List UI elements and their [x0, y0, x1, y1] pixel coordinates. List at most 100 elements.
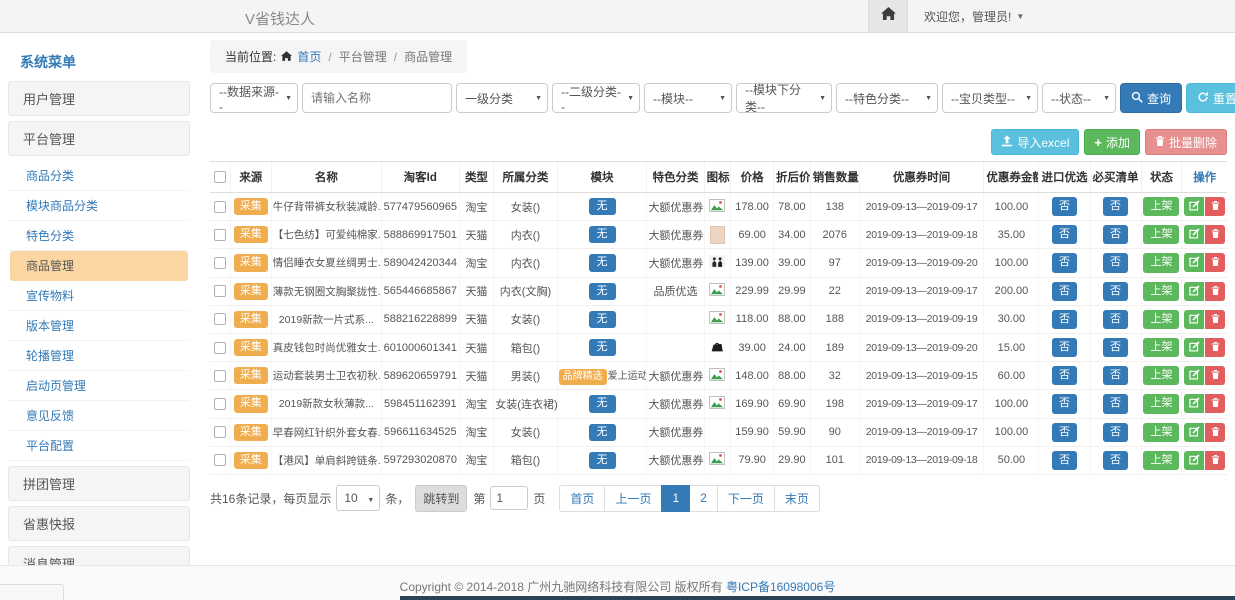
- module-subcategory-select[interactable]: --模块下分类--▼: [736, 83, 832, 113]
- icp-link[interactable]: 粤ICP备16098006号: [726, 580, 835, 594]
- import-select-toggle[interactable]: 否: [1052, 366, 1077, 385]
- import-select-toggle[interactable]: 否: [1052, 394, 1077, 413]
- sidebar-item-goods-management[interactable]: 商品管理: [10, 251, 188, 281]
- row-checkbox[interactable]: [214, 454, 226, 466]
- import-select-toggle[interactable]: 否: [1052, 253, 1077, 272]
- edit-button[interactable]: [1184, 338, 1204, 357]
- must-buy-toggle[interactable]: 否: [1103, 197, 1128, 216]
- sidebar-item-module-goods-category[interactable]: 模块商品分类: [10, 191, 188, 221]
- edit-button[interactable]: [1184, 197, 1204, 216]
- delete-button[interactable]: [1205, 197, 1225, 216]
- sidebar-item-goods-category[interactable]: 商品分类: [10, 161, 188, 191]
- sidebar-item-promo-materials[interactable]: 宣传物料: [10, 281, 188, 311]
- must-buy-toggle[interactable]: 否: [1103, 366, 1128, 385]
- sidebar-group-platform-management[interactable]: 平台管理: [8, 121, 190, 156]
- import-select-toggle[interactable]: 否: [1052, 338, 1077, 357]
- status-toggle[interactable]: 上架: [1143, 366, 1179, 385]
- import-excel-button[interactable]: 导入excel: [991, 129, 1079, 155]
- category-level2-select[interactable]: --二级分类--▼: [552, 83, 640, 113]
- must-buy-toggle[interactable]: 否: [1103, 310, 1128, 329]
- category-level1-select[interactable]: 一级分类▼: [456, 83, 548, 113]
- sidebar-group-savings-express[interactable]: 省惠快报: [8, 506, 190, 541]
- edit-button[interactable]: [1184, 366, 1204, 385]
- page-number-input[interactable]: [490, 486, 528, 510]
- page-button[interactable]: 末页: [774, 485, 820, 512]
- must-buy-toggle[interactable]: 否: [1103, 253, 1128, 272]
- status-toggle[interactable]: 上架: [1143, 225, 1179, 244]
- must-buy-toggle[interactable]: 否: [1103, 338, 1128, 357]
- page-button[interactable]: 下一页: [717, 485, 775, 512]
- delete-button[interactable]: [1205, 310, 1225, 329]
- sidebar-group-groupbuy-management[interactable]: 拼团管理: [8, 466, 190, 501]
- status-toggle[interactable]: 上架: [1143, 394, 1179, 413]
- status-select[interactable]: --状态--▼: [1042, 83, 1116, 113]
- delete-button[interactable]: [1205, 423, 1225, 442]
- row-checkbox[interactable]: [214, 370, 226, 382]
- sidebar-item-splash-page-management[interactable]: 启动页管理: [10, 371, 188, 401]
- page-button[interactable]: 首页: [559, 485, 605, 512]
- query-button[interactable]: 查询: [1120, 83, 1182, 113]
- item-type-select[interactable]: --宝贝类型--▼: [942, 83, 1038, 113]
- row-checkbox[interactable]: [214, 257, 226, 269]
- import-select-toggle[interactable]: 否: [1052, 451, 1077, 470]
- edit-button[interactable]: [1184, 423, 1204, 442]
- edit-button[interactable]: [1184, 225, 1204, 244]
- sidebar-item-feature-category[interactable]: 特色分类: [10, 221, 188, 251]
- row-checkbox[interactable]: [214, 285, 226, 297]
- name-input[interactable]: [302, 83, 452, 113]
- status-toggle[interactable]: 上架: [1143, 253, 1179, 272]
- status-toggle[interactable]: 上架: [1143, 282, 1179, 301]
- page-button[interactable]: 1: [661, 485, 690, 512]
- row-checkbox[interactable]: [214, 398, 226, 410]
- status-toggle[interactable]: 上架: [1143, 310, 1179, 329]
- status-toggle[interactable]: 上架: [1143, 197, 1179, 216]
- add-button[interactable]: + 添加: [1084, 129, 1140, 155]
- must-buy-toggle[interactable]: 否: [1103, 451, 1128, 470]
- edit-button[interactable]: [1184, 451, 1204, 470]
- delete-button[interactable]: [1205, 225, 1225, 244]
- row-checkbox[interactable]: [214, 342, 226, 354]
- home-button[interactable]: [868, 0, 908, 32]
- data-source-select[interactable]: --数据来源--▼: [210, 83, 298, 113]
- import-select-toggle[interactable]: 否: [1052, 423, 1077, 442]
- status-toggle[interactable]: 上架: [1143, 338, 1179, 357]
- must-buy-toggle[interactable]: 否: [1103, 225, 1128, 244]
- page-button[interactable]: 2: [689, 485, 718, 512]
- reset-button[interactable]: 重置: [1186, 83, 1235, 113]
- per-page-select[interactable]: 10 ▼: [336, 485, 380, 511]
- delete-button[interactable]: [1205, 394, 1225, 413]
- delete-button[interactable]: [1205, 366, 1225, 385]
- must-buy-toggle[interactable]: 否: [1103, 282, 1128, 301]
- edit-button[interactable]: [1184, 394, 1204, 413]
- row-checkbox[interactable]: [214, 426, 226, 438]
- delete-button[interactable]: [1205, 282, 1225, 301]
- row-checkbox[interactable]: [214, 201, 226, 213]
- must-buy-toggle[interactable]: 否: [1103, 423, 1128, 442]
- edit-button[interactable]: [1184, 310, 1204, 329]
- sidebar-item-platform-config[interactable]: 平台配置: [10, 431, 188, 461]
- breadcrumb-home-link[interactable]: 首页: [297, 48, 321, 65]
- import-select-toggle[interactable]: 否: [1052, 310, 1077, 329]
- sidebar-group-user-management[interactable]: 用户管理: [8, 81, 190, 116]
- delete-button[interactable]: [1205, 253, 1225, 272]
- must-buy-toggle[interactable]: 否: [1103, 394, 1128, 413]
- row-checkbox[interactable]: [214, 313, 226, 325]
- delete-button[interactable]: [1205, 338, 1225, 357]
- page-button[interactable]: 上一页: [604, 485, 662, 512]
- module-select[interactable]: --模块--▼: [644, 83, 732, 113]
- row-checkbox[interactable]: [214, 229, 226, 241]
- select-all-checkbox[interactable]: [214, 171, 226, 183]
- sidebar-item-feedback[interactable]: 意见反馈: [10, 401, 188, 431]
- user-menu[interactable]: 欢迎您，管理员! ▼: [924, 8, 1024, 25]
- edit-button[interactable]: [1184, 282, 1204, 301]
- status-toggle[interactable]: 上架: [1143, 451, 1179, 470]
- jump-to-page-button[interactable]: 跳转到: [415, 485, 467, 512]
- status-toggle[interactable]: 上架: [1143, 423, 1179, 442]
- edit-button[interactable]: [1184, 253, 1204, 272]
- batch-delete-button[interactable]: 批量删除: [1145, 129, 1227, 155]
- delete-button[interactable]: [1205, 451, 1225, 470]
- sidebar-item-carousel-management[interactable]: 轮播管理: [10, 341, 188, 371]
- feature-category-select[interactable]: --特色分类--▼: [836, 83, 938, 113]
- import-select-toggle[interactable]: 否: [1052, 225, 1077, 244]
- sidebar-item-version-management[interactable]: 版本管理: [10, 311, 188, 341]
